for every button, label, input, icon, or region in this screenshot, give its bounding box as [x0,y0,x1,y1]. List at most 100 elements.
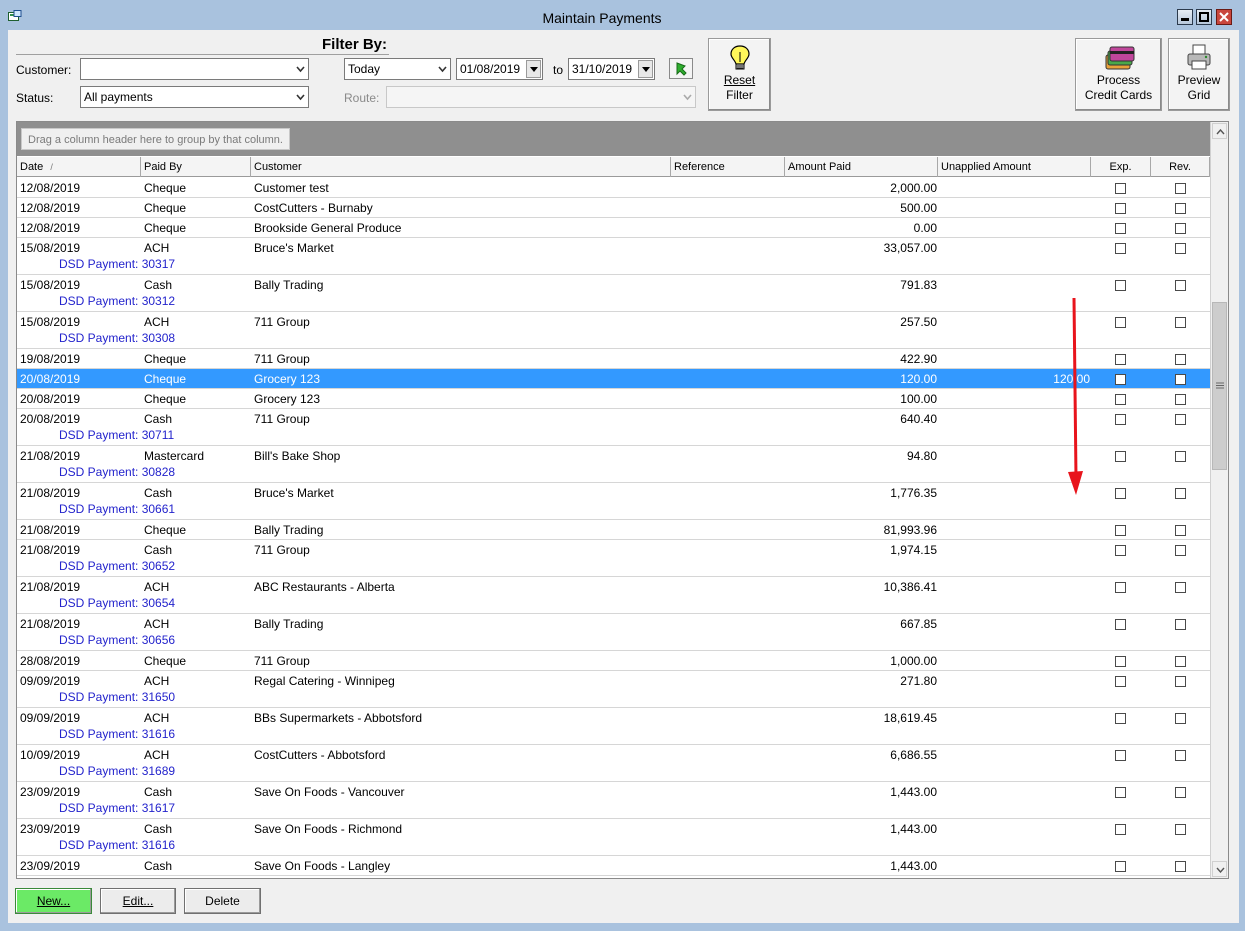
table-row[interactable]: 20/08/2019 Cheque Grocery 123 120.00 120.00 [17,369,1210,389]
rev-checkbox[interactable] [1175,656,1186,667]
exp-checkbox[interactable] [1115,280,1126,291]
table-row[interactable]: 21/08/2019 ACH ABC Restaurants - Alberta 10… [17,577,1210,614]
rev-checkbox[interactable] [1175,414,1186,425]
table-row[interactable]: 12/08/2019 Cheque Customer test 2,000.00 [17,178,1210,198]
column-header-rev[interactable]: Rev. [1151,157,1210,177]
rev-checkbox[interactable] [1175,183,1186,194]
scroll-down-button[interactable] [1212,861,1227,877]
column-header-paid-by[interactable]: Paid By [141,157,251,177]
exp-checkbox[interactable] [1115,374,1126,385]
table-row[interactable]: 12/08/2019 Cheque CostCutters - Burnaby 500… [17,198,1210,218]
close-button[interactable] [1216,9,1232,25]
column-header-unapplied-amount[interactable]: Unapplied Amount [938,157,1091,177]
exp-checkbox[interactable] [1115,414,1126,425]
exp-checkbox[interactable] [1115,787,1126,798]
delete-button[interactable]: Delete [184,888,261,914]
process-credit-cards-button[interactable]: Process Credit Cards [1075,38,1162,111]
rev-checkbox[interactable] [1175,280,1186,291]
table-row[interactable]: 20/08/2019 Cheque Grocery 123 100.00 [17,389,1210,409]
table-row[interactable]: 23/09/2019 Cash Save On Foods - Vancouver 1… [17,782,1210,819]
rev-checkbox[interactable] [1175,203,1186,214]
scroll-up-button[interactable] [1212,123,1227,139]
exp-checkbox[interactable] [1115,394,1126,405]
exp-checkbox[interactable] [1115,824,1126,835]
rev-checkbox[interactable] [1175,582,1186,593]
exp-checkbox[interactable] [1115,203,1126,214]
exp-checkbox[interactable] [1115,243,1126,254]
customer-combo[interactable] [80,58,309,80]
exp-checkbox[interactable] [1115,223,1126,234]
table-row[interactable]: 12/08/2019 Cheque Brookside General Produc… [17,218,1210,238]
edit-button[interactable]: Edit... [100,888,176,914]
table-row[interactable]: 21/08/2019 Cash 711 Group 1,974.15 DSD Payme… [17,540,1210,577]
exp-checkbox[interactable] [1115,676,1126,687]
date-to-picker[interactable]: 31/10/2019 [568,58,655,80]
new-button[interactable]: New... [15,888,92,914]
rev-checkbox[interactable] [1175,451,1186,462]
exp-checkbox[interactable] [1115,713,1126,724]
column-header-customer[interactable]: Customer [251,157,671,177]
rev-checkbox[interactable] [1175,374,1186,385]
rev-checkbox[interactable] [1175,317,1186,328]
rev-checkbox[interactable] [1175,619,1186,630]
table-row[interactable]: 10/09/2019 ACH CostCutters - Abbotsford 6,6… [17,745,1210,782]
rev-checkbox[interactable] [1175,713,1186,724]
maximize-button[interactable] [1196,9,1212,25]
exp-checkbox[interactable] [1115,488,1126,499]
exp-checkbox[interactable] [1115,582,1126,593]
column-header-exp[interactable]: Exp. [1091,157,1151,177]
exp-checkbox[interactable] [1115,619,1126,630]
exp-checkbox[interactable] [1115,545,1126,556]
exp-checkbox[interactable] [1115,525,1126,536]
rev-checkbox[interactable] [1175,787,1186,798]
column-header-date[interactable]: Date / [17,157,141,177]
rev-checkbox[interactable] [1175,223,1186,234]
exp-checkbox[interactable] [1115,451,1126,462]
exp-checkbox[interactable] [1115,183,1126,194]
preview-grid-button[interactable]: Preview Grid [1168,38,1230,111]
apply-filter-button[interactable] [669,58,693,79]
column-header-reference[interactable]: Reference [671,157,785,177]
status-combo[interactable]: All payments [80,86,309,108]
rev-checkbox[interactable] [1175,824,1186,835]
route-combo[interactable] [386,86,696,108]
rev-checkbox[interactable] [1175,488,1186,499]
exp-checkbox[interactable] [1115,750,1126,761]
table-row[interactable]: 15/08/2019 ACH 711 Group 257.50 DSD Payment:… [17,312,1210,349]
table-row[interactable]: 09/09/2019 ACH BBs Supermarkets - Abbotsfo… [17,708,1210,745]
table-row[interactable]: 20/08/2019 Cash 711 Group 640.40 DSD Payment… [17,409,1210,446]
rev-checkbox[interactable] [1175,394,1186,405]
rev-checkbox[interactable] [1175,545,1186,556]
table-row[interactable]: 21/08/2019 Cheque Bally Trading 81,993.96 [17,520,1210,540]
minimize-button[interactable] [1177,9,1193,25]
table-row[interactable]: 15/08/2019 Cash Bally Trading 791.83 DSD Pay… [17,275,1210,312]
table-row[interactable]: 15/08/2019 ACH Bruce's Market 33,057.00 DSD … [17,238,1210,275]
exp-checkbox[interactable] [1115,656,1126,667]
vertical-scrollbar[interactable] [1210,122,1228,878]
table-row[interactable]: 23/09/2019 Cash Save On Foods - Langley 1,4… [17,856,1210,876]
column-header-amount-paid[interactable]: Amount Paid [785,157,938,177]
exp-checkbox[interactable] [1115,317,1126,328]
table-row[interactable]: 19/08/2019 Cheque 711 Group 422.90 [17,349,1210,369]
rev-checkbox[interactable] [1175,750,1186,761]
rev-checkbox[interactable] [1175,354,1186,365]
exp-checkbox[interactable] [1115,861,1126,872]
table-row[interactable]: 21/08/2019 Cash Bruce's Market 1,776.35 DSD … [17,483,1210,520]
period-combo[interactable]: Today [344,58,451,80]
table-row[interactable]: 09/09/2019 ACH Regal Catering - Winnipeg 27… [17,671,1210,708]
rev-checkbox[interactable] [1175,861,1186,872]
date-to-dropdown-button[interactable] [638,60,653,78]
rev-checkbox[interactable] [1175,676,1186,687]
table-row[interactable]: 28/08/2019 Cheque 711 Group 1,000.00 [17,651,1210,671]
date-from-picker[interactable]: 01/08/2019 [456,58,543,80]
group-by-panel[interactable]: Drag a column header here to group by th… [17,122,1210,156]
rev-checkbox[interactable] [1175,243,1186,254]
scroll-thumb[interactable] [1212,302,1227,470]
exp-checkbox[interactable] [1115,354,1126,365]
table-row[interactable]: 21/08/2019 ACH Bally Trading 667.85 DSD Paym… [17,614,1210,651]
rev-checkbox[interactable] [1175,525,1186,536]
table-row[interactable]: 23/09/2019 Cash Save On Foods - Richmond 1,… [17,819,1210,856]
date-from-dropdown-button[interactable] [526,60,541,78]
reset-filter-button[interactable]: Reset Filter [708,38,771,111]
table-row[interactable]: 21/08/2019 Mastercard Bill's Bake Shop 94.8… [17,446,1210,483]
